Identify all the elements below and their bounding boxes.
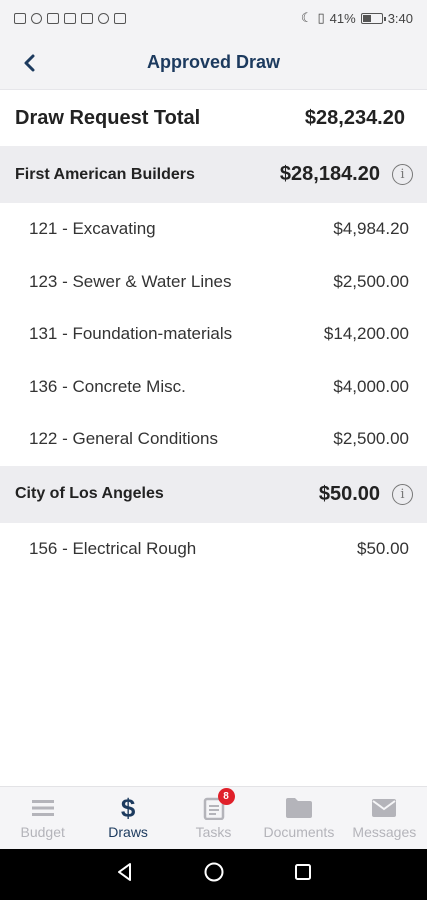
system-nav-bar (0, 849, 427, 900)
tab-budget[interactable]: Budget (0, 787, 85, 849)
nav-recents-button[interactable] (292, 861, 314, 888)
line-item-amount: $2,500.00 (333, 429, 409, 449)
bottom-tab-bar: Budget $ Draws 8 Tasks Documents Message… (0, 786, 427, 849)
bluetooth-icon (47, 12, 59, 24)
info-icon[interactable]: i (392, 483, 413, 505)
tab-label: Messages (352, 824, 417, 840)
camera-icon (98, 12, 109, 24)
status-bar: ☾ ▯ 41% 3:40 (0, 0, 427, 36)
line-item[interactable]: 122 - General Conditions $2,500.00 (0, 413, 427, 466)
folder-icon (285, 798, 312, 818)
line-item[interactable]: 136 - Concrete Misc. $4,000.00 (0, 361, 427, 414)
system-status: ☾ ▯ 41% 3:40 (301, 10, 413, 26)
mail-icon (372, 799, 397, 817)
tab-label: Tasks (195, 824, 232, 840)
moon-icon: ☾ (300, 10, 313, 25)
line-item-label: 136 - Concrete Misc. (29, 376, 186, 396)
line-item-amount: $50.00 (357, 538, 409, 558)
menu-icon (31, 800, 54, 816)
battery-percent: 41% (329, 10, 356, 26)
group-name: First American Builders (15, 165, 195, 183)
tab-label: Draws (108, 824, 148, 840)
battery-icon (360, 12, 386, 24)
line-item-amount: $4,984.20 (333, 219, 409, 239)
circle-home-icon (204, 862, 223, 882)
cast-icon (64, 12, 76, 24)
group-total: $50.00 (318, 482, 380, 505)
notification-icons (14, 12, 126, 24)
line-item-label: 121 - Excavating (29, 219, 156, 239)
line-item-label: 123 - Sewer & Water Lines (29, 271, 232, 291)
group-city-of-los-angeles: City of Los Angeles $50.00 i 156 - Elect… (0, 465, 427, 576)
line-item-amount: $2,500.00 (333, 271, 409, 291)
dollar-icon: $ (120, 793, 136, 823)
vibrate-icon: ▯ (317, 10, 325, 25)
tasks-badge: 8 (217, 788, 235, 805)
nav-home-button[interactable] (203, 861, 225, 888)
info-icon[interactable]: i (392, 164, 413, 185)
group-first-american-builders: First American Builders $28,184.20 i 121… (0, 146, 427, 466)
group-header: City of Los Angeles $50.00 i (0, 465, 427, 523)
youtube-icon (81, 12, 93, 24)
tab-messages[interactable]: Messages (342, 787, 427, 849)
book-icon (114, 12, 126, 24)
tab-draws[interactable]: $ Draws (85, 787, 170, 849)
square-recents-icon (294, 864, 311, 880)
line-item-label: 122 - General Conditions (29, 429, 219, 449)
tab-label: Budget (20, 824, 65, 840)
draw-total-label: Draw Request Total (15, 106, 201, 129)
line-item[interactable]: 156 - Electrical Rough $50.00 (0, 523, 427, 576)
group-header: First American Builders $28,184.20 i (0, 146, 427, 203)
app-header: Approved Draw (0, 36, 427, 90)
clock: 3:40 (387, 10, 413, 26)
tab-label: Documents (263, 824, 335, 840)
draw-total-value: $28,234.20 (304, 106, 405, 129)
nav-back-button[interactable] (114, 861, 136, 888)
group-name: City of Los Angeles (15, 485, 164, 502)
document-icon (14, 12, 26, 24)
draw-total-row: Draw Request Total $28,234.20 (0, 90, 427, 146)
line-item-label: 156 - Electrical Rough (29, 538, 197, 558)
line-item[interactable]: 131 - Foundation-materials $14,200.00 (0, 308, 427, 361)
line-item-label: 131 - Foundation-materials (29, 324, 233, 344)
line-item[interactable]: 121 - Excavating $4,984.20 (0, 203, 427, 256)
group-total: $28,184.20 (279, 163, 380, 185)
line-item[interactable]: 123 - Sewer & Water Lines $2,500.00 (0, 256, 427, 309)
line-item-amount: $4,000.00 (333, 376, 409, 396)
wifi-icon (31, 12, 42, 24)
back-button[interactable] (14, 47, 46, 79)
triangle-back-icon (117, 863, 131, 881)
tab-documents[interactable]: Documents (256, 787, 341, 849)
tab-tasks[interactable]: 8 Tasks (171, 787, 256, 849)
line-item-amount: $14,200.00 (323, 324, 409, 344)
page-title: Approved Draw (146, 52, 281, 72)
chevron-left-icon (24, 54, 35, 71)
